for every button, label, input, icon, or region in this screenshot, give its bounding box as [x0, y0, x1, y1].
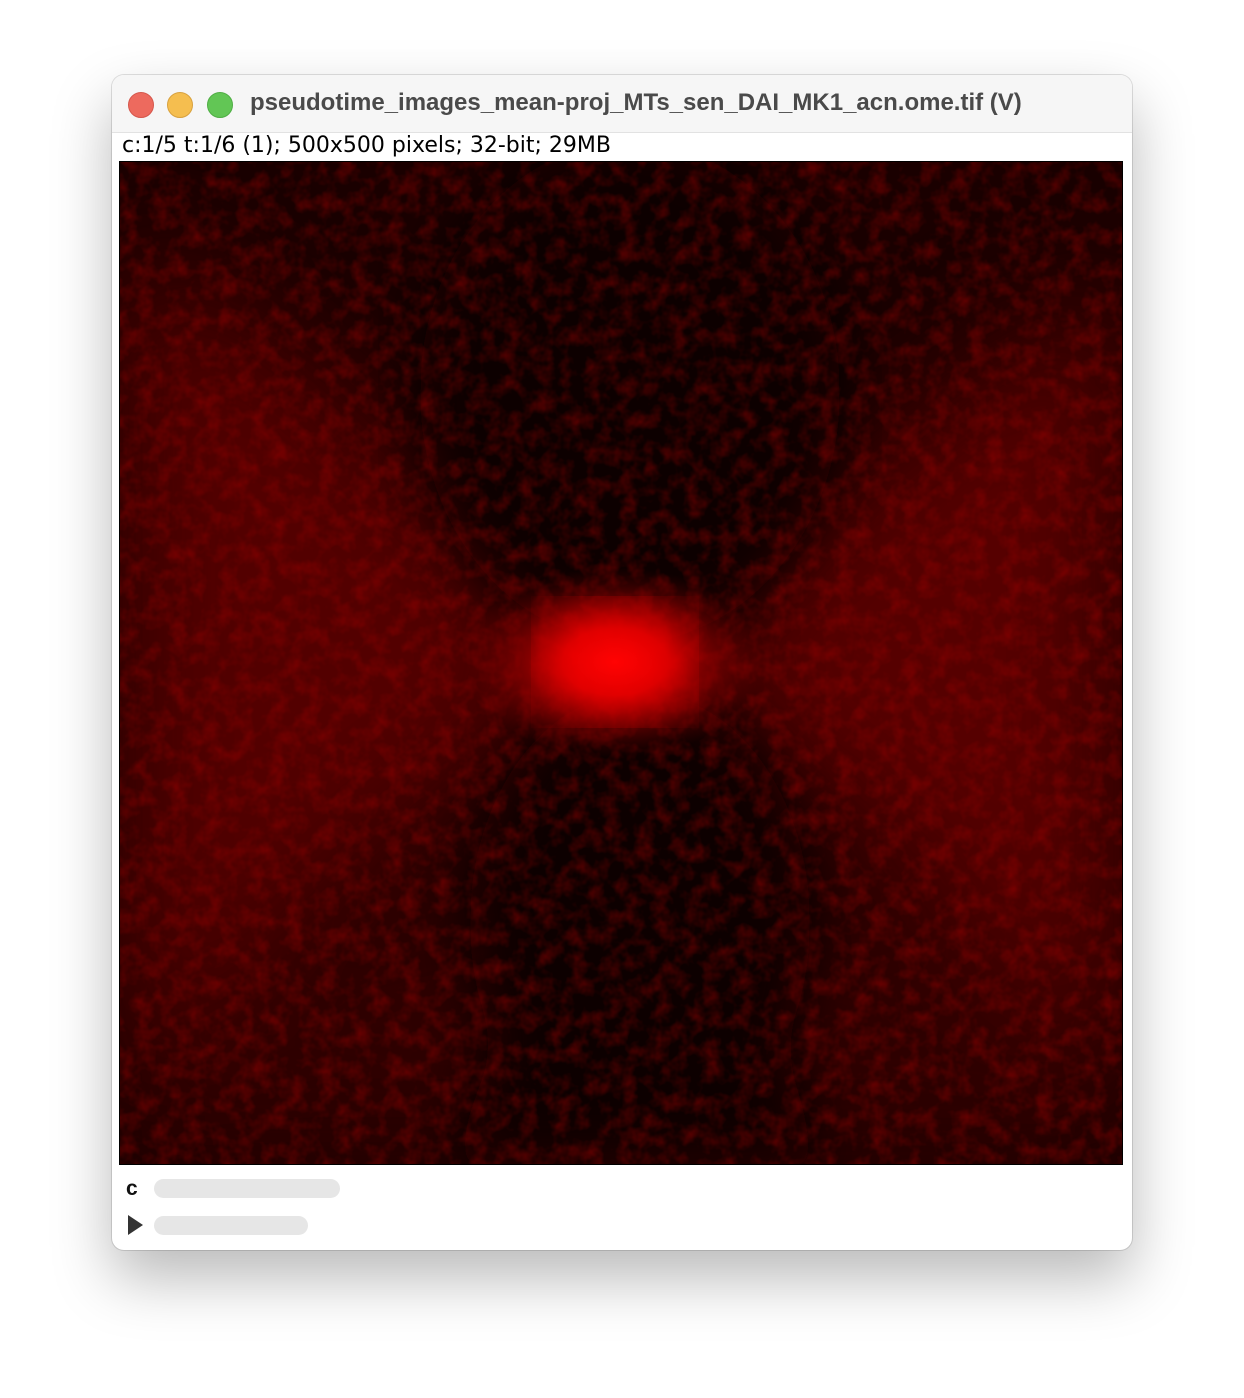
channel-slider-label: c: [126, 1177, 138, 1200]
maximize-button[interactable]: [207, 92, 233, 118]
time-slider[interactable]: [154, 1216, 308, 1235]
title-bar[interactable]: pseudotime_images_mean-proj_MTs_sen_DAI_…: [112, 75, 1132, 133]
window-title: pseudotime_images_mean-proj_MTs_sen_DAI_…: [250, 89, 1022, 116]
play-icon[interactable]: [128, 1215, 143, 1235]
image-window: pseudotime_images_mean-proj_MTs_sen_DAI_…: [112, 75, 1132, 1250]
channel-slider[interactable]: [154, 1179, 340, 1198]
image-canvas[interactable]: [119, 161, 1123, 1165]
image-info: c:1/5 t:1/6 (1); 500x500 pixels; 32-bit;…: [122, 133, 611, 158]
close-button[interactable]: [128, 92, 154, 118]
microscopy-image: [120, 162, 1122, 1164]
minimize-button[interactable]: [167, 92, 193, 118]
